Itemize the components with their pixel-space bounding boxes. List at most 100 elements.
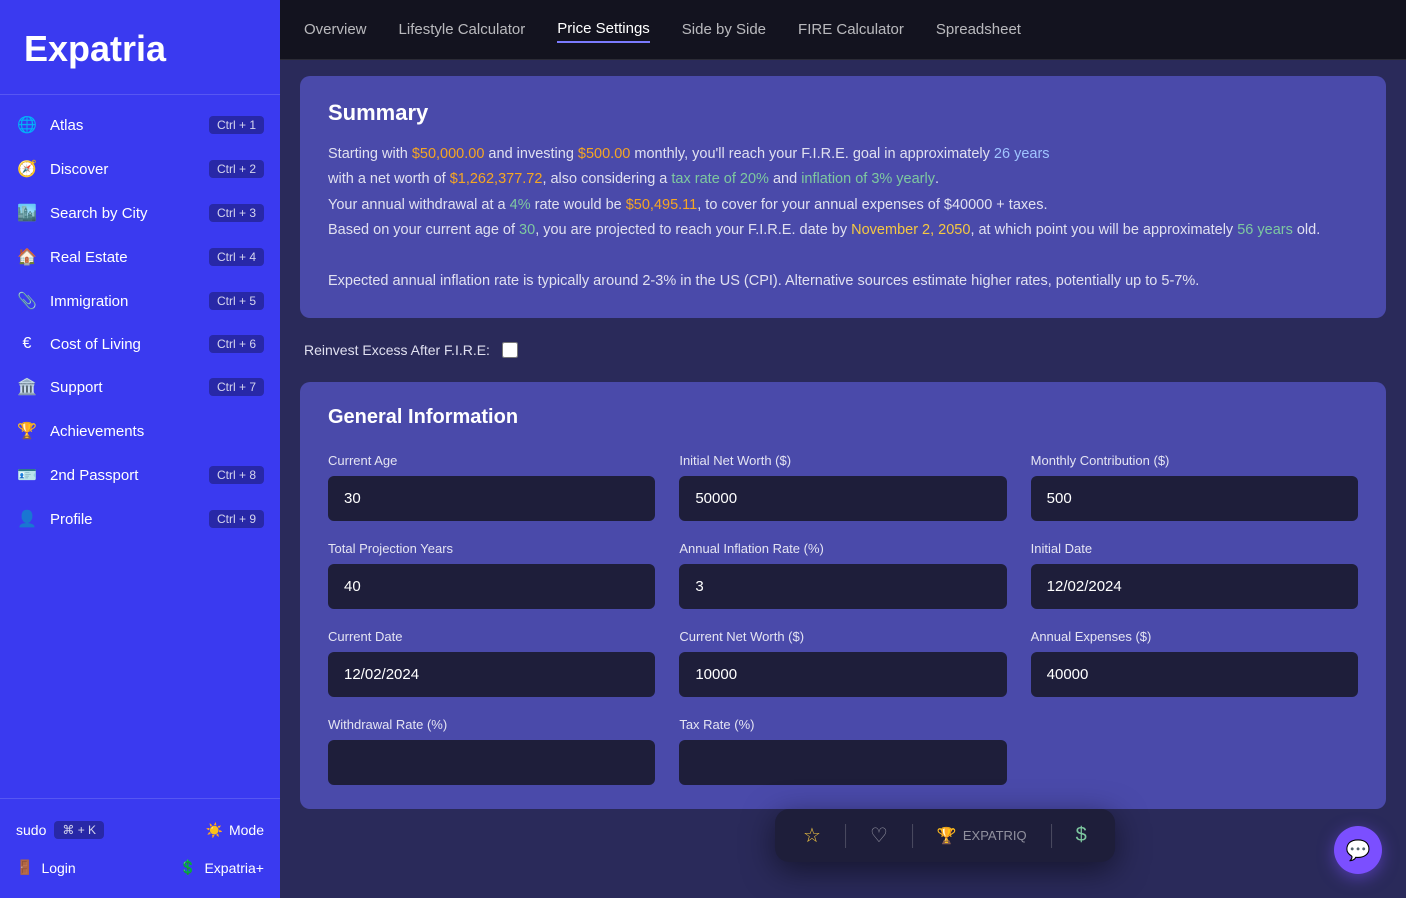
login-button[interactable]: 🚪 Login	[16, 859, 76, 876]
sidebar-item-label: Achievements	[50, 423, 144, 440]
main: Overview Lifestyle Calculator Price Sett…	[280, 0, 1406, 898]
withdrawal-rate-label: Withdrawal Rate (%)	[328, 717, 655, 732]
sidebar-item-label: 2nd Passport	[50, 467, 138, 484]
withdrawal-rate-input[interactable]	[328, 740, 655, 785]
sidebar-item-label: Support	[50, 379, 103, 396]
nav-lifestyle-calculator[interactable]: Lifestyle Calculator	[399, 17, 526, 42]
current-age-input[interactable]	[328, 476, 655, 521]
city-shortcut: Ctrl + 3	[209, 204, 264, 222]
inflation-note: Expected annual inflation rate is typica…	[328, 273, 1199, 289]
field-annual-expenses: Annual Expenses ($)	[1031, 629, 1358, 697]
popup-divider-1	[845, 824, 846, 848]
field-current-age: Current Age	[328, 453, 655, 521]
sidebar-item-immigration[interactable]: 📎 Immigration Ctrl + 5	[0, 279, 280, 323]
field-initial-date: Initial Date	[1031, 541, 1358, 609]
sidebar-item-2nd-passport[interactable]: 🪪 2nd Passport Ctrl + 8	[0, 453, 280, 497]
field-current-net-worth: Current Net Worth ($)	[679, 629, 1006, 697]
text-projected: , you are projected to reach your F.I.R.…	[535, 222, 851, 238]
annual-inflation-rate-input[interactable]	[679, 564, 1006, 609]
sidebar-item-cost-of-living[interactable]: € Cost of Living Ctrl + 6	[0, 323, 280, 365]
immigration-icon: 📎	[16, 291, 38, 311]
popup-divider-2	[912, 824, 913, 848]
total-projection-years-input[interactable]	[328, 564, 655, 609]
heart-icon[interactable]: ♡	[870, 823, 888, 848]
nav-spreadsheet[interactable]: Spreadsheet	[936, 17, 1021, 42]
cost-shortcut: Ctrl + 6	[209, 335, 264, 353]
passport-shortcut: Ctrl + 8	[209, 466, 264, 484]
brand-trophy-icon: 🏆	[937, 826, 957, 846]
nav-overview[interactable]: Overview	[304, 17, 367, 42]
sidebar-item-search-by-city[interactable]: 🏙️ Search by City Ctrl + 3	[0, 191, 280, 235]
annual-withdrawal-highlight: $50,495.11	[626, 197, 698, 213]
sidebar-item-label: Profile	[50, 511, 93, 528]
sidebar-item-profile[interactable]: 👤 Profile Ctrl + 9	[0, 497, 280, 541]
current-age-highlight: 30	[519, 222, 535, 238]
sidebar-item-support[interactable]: 🏛️ Support Ctrl + 7	[0, 365, 280, 409]
login-icon: 🚪	[16, 859, 33, 876]
top-nav: Overview Lifestyle Calculator Price Sett…	[280, 0, 1406, 60]
bottom-popup: ☆ ♡ 🏆 EXPATRIQ $	[775, 809, 1115, 862]
initial-net-worth-label: Initial Net Worth ($)	[679, 453, 1006, 468]
tax-rate-input[interactable]	[679, 740, 1006, 785]
text-at-which: , at which point you will be approximate…	[970, 222, 1237, 238]
popup-dollar-icon[interactable]: $	[1076, 824, 1087, 847]
text-based: Based on your current age of	[328, 222, 519, 238]
content-area: Summary Starting with $50,000.00 and inv…	[280, 60, 1406, 898]
mode-toggle[interactable]: ☀️ Mode	[206, 822, 264, 839]
real-estate-shortcut: Ctrl + 4	[209, 248, 264, 266]
sidebar-item-label: Real Estate	[50, 249, 128, 266]
general-info-card: General Information Current Age Initial …	[300, 382, 1386, 809]
atlas-shortcut: Ctrl + 1	[209, 116, 264, 134]
text-and-investing: and investing	[484, 146, 578, 162]
field-tax-rate: Tax Rate (%)	[679, 717, 1006, 785]
field-total-projection-years: Total Projection Years	[328, 541, 655, 609]
sudo-button[interactable]: sudo ⌘ + K	[16, 821, 104, 839]
sidebar-item-discover[interactable]: 🧭 Discover Ctrl + 2	[0, 147, 280, 191]
current-net-worth-input[interactable]	[679, 652, 1006, 697]
discover-shortcut: Ctrl + 2	[209, 160, 264, 178]
text-and: and	[769, 171, 801, 187]
popup-brand: 🏆 EXPATRIQ	[937, 826, 1027, 846]
sidebar-item-real-estate[interactable]: 🏠 Real Estate Ctrl + 4	[0, 235, 280, 279]
initial-investment-highlight: $50,000.00	[412, 146, 485, 162]
tax-rate-highlight: tax rate of 20%	[671, 171, 769, 187]
sidebar-item-label: Atlas	[50, 117, 83, 134]
cost-icon: €	[16, 335, 38, 353]
field-annual-inflation-rate: Annual Inflation Rate (%)	[679, 541, 1006, 609]
nav-fire-calculator[interactable]: FIRE Calculator	[798, 17, 904, 42]
text-starting: Starting with	[328, 146, 412, 162]
text-net-worth: with a net worth of	[328, 171, 450, 187]
current-date-input[interactable]	[328, 652, 655, 697]
annual-expenses-input[interactable]	[1031, 652, 1358, 697]
reinvest-checkbox[interactable]	[502, 342, 518, 358]
sidebar-item-achievements[interactable]: 🏆 Achievements	[0, 409, 280, 453]
sidebar-item-label: Search by City	[50, 205, 148, 222]
sidebar-item-label: Immigration	[50, 293, 128, 310]
popup-brand-text: EXPATRIQ	[963, 828, 1027, 843]
current-age-label: Current Age	[328, 453, 655, 468]
expatria-plus-button[interactable]: 💲 Expatria+	[179, 859, 264, 876]
star-icon[interactable]: ☆	[803, 823, 821, 848]
nav-price-settings[interactable]: Price Settings	[557, 16, 650, 43]
reinvest-label: Reinvest Excess After F.I.R.E:	[304, 342, 490, 358]
profile-shortcut: Ctrl + 9	[209, 510, 264, 528]
sidebar-item-label: Discover	[50, 161, 108, 178]
sidebar: Expatria 🌐 Atlas Ctrl + 1 🧭 Discover Ctr…	[0, 0, 280, 898]
monthly-contribution-input[interactable]	[1031, 476, 1358, 521]
current-net-worth-label: Current Net Worth ($)	[679, 629, 1006, 644]
reinvest-row: Reinvest Excess After F.I.R.E:	[300, 334, 1386, 366]
real-estate-icon: 🏠	[16, 247, 38, 267]
monthly-contribution-highlight: $500.00	[578, 146, 630, 162]
chat-button[interactable]: 💬	[1334, 826, 1382, 874]
sudo-shortcut: ⌘ + K	[54, 821, 104, 839]
city-icon: 🏙️	[16, 203, 38, 223]
sidebar-item-atlas[interactable]: 🌐 Atlas Ctrl + 1	[0, 103, 280, 147]
fields-grid: Current Age Initial Net Worth ($) Monthl…	[328, 453, 1358, 785]
support-icon: 🏛️	[16, 377, 38, 397]
summary-text: Starting with $50,000.00 and investing $…	[328, 142, 1358, 294]
initial-date-input[interactable]	[1031, 564, 1358, 609]
current-date-label: Current Date	[328, 629, 655, 644]
initial-net-worth-input[interactable]	[679, 476, 1006, 521]
nav-side-by-side[interactable]: Side by Side	[682, 17, 766, 42]
field-current-date: Current Date	[328, 629, 655, 697]
